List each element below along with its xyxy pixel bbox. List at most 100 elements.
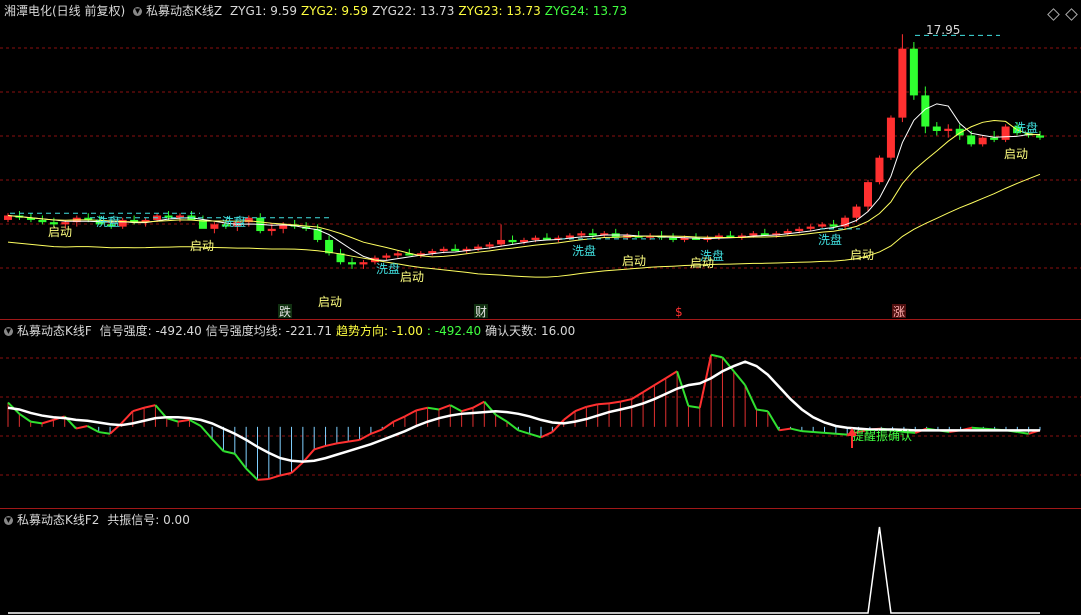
strength-line: [495, 413, 508, 423]
strength-line: [971, 426, 984, 430]
signal-chart[interactable]: 提醒振确认: [0, 320, 1081, 508]
strength-line: [41, 418, 54, 425]
strength-line: [336, 440, 349, 445]
xipan-label: 洗盘: [222, 214, 246, 229]
signal-panel[interactable]: 提醒振确认 ▼ 私募动态K线F 信号强度: -492.40 信号强度均线: -221…: [0, 320, 1081, 508]
strength-line: [427, 406, 440, 411]
candle-body: [508, 239, 517, 243]
candle-body: [749, 233, 758, 236]
strength-line: [608, 400, 621, 405]
indicator-name: 私募动态K线F2: [17, 513, 100, 527]
support-line: [7, 173, 1041, 278]
strength-line: [710, 353, 723, 359]
moving-average-line: [7, 103, 1040, 261]
qidong-label: 启动: [1004, 147, 1028, 161]
resonance-header: ▼ 私募动态K线F2 共振信号: 0.00: [4, 513, 198, 527]
candle-body: [393, 253, 402, 256]
candle-body: [577, 233, 586, 236]
xipan-label: 洗盘: [818, 232, 842, 247]
strength-line: [733, 370, 746, 386]
resonance-panel[interactable]: ▼ 私募动态K线F2 共振信号: 0.00: [0, 509, 1081, 615]
candle-body: [531, 237, 540, 240]
strength-line: [653, 377, 667, 387]
candle-body: [932, 126, 941, 131]
candle-body: [967, 135, 976, 145]
strength-line: [449, 404, 463, 413]
strength-line: [574, 405, 587, 413]
collapse-icon[interactable]: ▼: [133, 7, 143, 16]
strength-line: [438, 404, 451, 411]
indicator-name: 私募动态K线Z: [146, 4, 223, 18]
candle-body: [497, 239, 506, 245]
signal-header: ▼ 私募动态K线F 信号强度: -492.40 信号强度均线: -221.71 趋势方…: [4, 324, 583, 338]
xipan-label: 洗盘: [1014, 120, 1038, 135]
stock-title: 湘潭电化(日线 前复权): [4, 4, 126, 18]
event-marker: 财: [475, 305, 487, 319]
strength-line: [120, 410, 134, 425]
candle-body: [886, 117, 895, 158]
strength-line: [18, 412, 32, 423]
candle-body: [978, 137, 987, 145]
candle-body: [210, 224, 219, 229]
resonance-line: [8, 526, 1040, 614]
indicator-value: ZYG24: 13.73: [544, 4, 628, 18]
candle-body: [325, 239, 334, 254]
candle-body: [348, 262, 356, 265]
strength-line: [461, 406, 474, 413]
candle-body: [921, 95, 930, 127]
strength-line: [313, 444, 326, 451]
price-panel[interactable]: 17.95 洗盘 洗盘 洗盘 洗盘 洗盘 洗盘 洗盘 启动 启动 启动 启动 启动 启动 启动 启动跌财 $ 涨 …: [0, 0, 1081, 319]
strength-line: [200, 425, 213, 440]
strength-line: [132, 406, 145, 413]
event-marker: 涨: [893, 304, 905, 319]
price-chart[interactable]: 17.95洗盘 洗盘洗盘洗盘 洗盘洗盘洗盘启动启动启动启动启动 启动启动启动跌财 $ 涨: [0, 0, 1081, 319]
candle-body: [944, 128, 953, 131]
strength-line: [835, 432, 848, 436]
qidong-label: 启动: [190, 239, 214, 253]
strength-line: [813, 431, 825, 434]
indicator-value: 趋势方向: -1.00: [335, 324, 423, 338]
strength-line: [824, 431, 836, 435]
strength-line: [359, 432, 372, 441]
moving-average-line: [7, 120, 1041, 258]
indicator-value: 信号强度: -492.40: [99, 324, 202, 338]
strength-line: [166, 417, 179, 423]
strength-line: [563, 410, 576, 421]
strength-line: [245, 467, 259, 481]
strength-line: [597, 402, 610, 406]
qidong-label: 启动: [48, 225, 72, 239]
candle-body: [864, 182, 872, 207]
candle-body: [669, 237, 678, 240]
candle-body: [38, 219, 47, 223]
qidong-label: 启动: [690, 256, 714, 270]
strength-line: [86, 425, 100, 433]
candle-body: [898, 48, 907, 118]
collapse-icon[interactable]: ▼: [4, 327, 13, 336]
strength-line: [506, 420, 519, 432]
signal-annotation: 提醒振确认: [852, 428, 912, 443]
strength-line: [790, 427, 803, 433]
strength-line: [801, 430, 814, 434]
indicator-value: 信号强度均线: -221.71: [205, 324, 332, 338]
qidong-label: 启动: [318, 295, 342, 309]
candle-body: [382, 255, 391, 258]
xipan-label: 洗盘: [376, 261, 400, 276]
strength-line: [290, 461, 304, 474]
candle-body: [485, 244, 494, 247]
strength-line: [393, 415, 406, 423]
strength-line: [642, 384, 655, 393]
candle-body: [806, 226, 815, 229]
indicator-value: ZYG23: 13.73: [458, 4, 541, 18]
candle-body: [875, 157, 884, 183]
indicator-value: 共振信号: 0.00: [107, 513, 190, 527]
indicator-value: ZYG22: 13.73: [372, 4, 455, 18]
strength-line: [98, 431, 111, 435]
candle-body: [1036, 135, 1044, 138]
collapse-icon[interactable]: ▼: [4, 516, 13, 525]
strength-line: [472, 400, 485, 409]
strength-line: [631, 391, 644, 400]
strength-line: [779, 427, 791, 432]
strength-line: [586, 403, 598, 408]
strength-line: [211, 438, 225, 452]
qidong-label: 启动: [850, 248, 874, 262]
